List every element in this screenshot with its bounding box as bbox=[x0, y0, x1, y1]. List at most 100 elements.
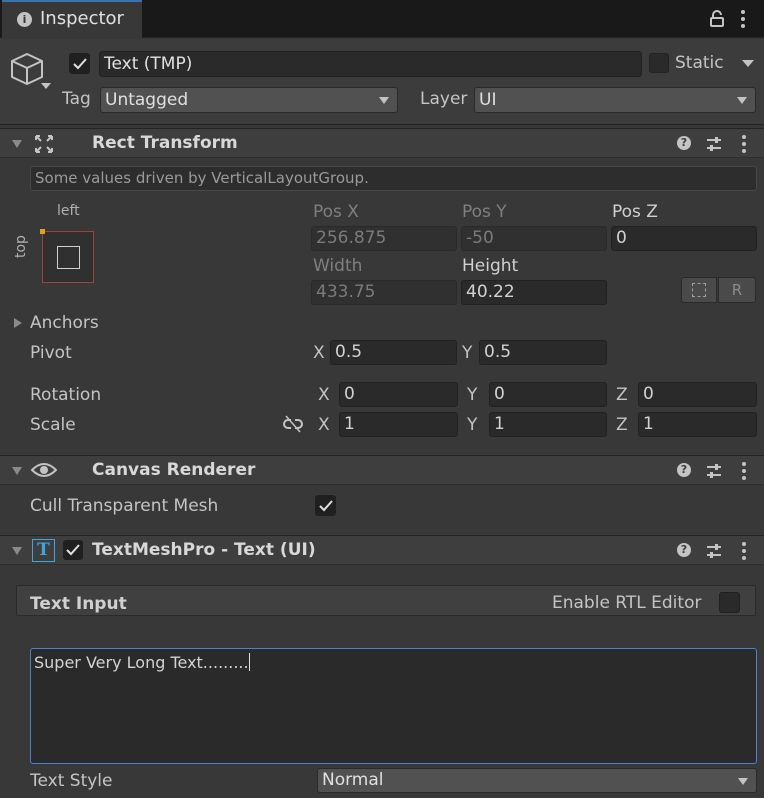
pivot-x-value: 0.5 bbox=[335, 342, 363, 362]
scale-y-value: 1 bbox=[494, 414, 505, 434]
static-dropdown-arrow[interactable] bbox=[742, 60, 754, 67]
more-icon[interactable] bbox=[738, 541, 750, 561]
scale-label: Scale bbox=[30, 415, 76, 435]
tab-title: Inspector bbox=[40, 8, 124, 29]
anchor-v-label: top bbox=[13, 235, 29, 258]
tmp-title: TextMeshPro - Text (UI) bbox=[92, 540, 316, 560]
tmp-text-icon: T bbox=[32, 539, 55, 562]
anchors-foldout-arrow-icon[interactable] bbox=[14, 318, 22, 328]
scale-z-field[interactable]: 1 bbox=[638, 412, 757, 437]
rot-y-label: Y bbox=[467, 385, 478, 405]
chevron-down-icon bbox=[379, 97, 389, 104]
help-icon[interactable]: ? bbox=[677, 463, 691, 477]
text-style-dropdown[interactable]: Normal bbox=[317, 768, 757, 793]
pos-z-value: 0 bbox=[616, 228, 627, 248]
rtl-checkbox[interactable] bbox=[719, 592, 740, 613]
text-input-label: Text Input bbox=[30, 594, 127, 614]
gameobject-cube-icon[interactable] bbox=[10, 50, 54, 92]
foldout-arrow-icon[interactable] bbox=[12, 140, 22, 148]
pos-y-field: -50 bbox=[461, 226, 607, 251]
info-icon: i bbox=[17, 12, 32, 27]
rect-transform-title: Rect Transform bbox=[92, 133, 238, 153]
rot-y-value: 0 bbox=[494, 384, 505, 404]
pivot-y-field[interactable]: 0.5 bbox=[479, 340, 607, 365]
blueprint-mode-button[interactable] bbox=[681, 277, 717, 303]
rot-y-field[interactable]: 0 bbox=[489, 382, 607, 407]
tmp-enabled-checkbox[interactable] bbox=[63, 540, 83, 560]
object-name-value: Text (TMP) bbox=[104, 53, 193, 74]
presets-icon[interactable] bbox=[706, 463, 722, 479]
rot-x-field[interactable]: 0 bbox=[339, 382, 458, 407]
scale-y-field[interactable]: 1 bbox=[489, 412, 607, 437]
cull-checkbox[interactable] bbox=[315, 495, 336, 516]
canvas-renderer-title: Canvas Renderer bbox=[92, 460, 256, 480]
pos-z-field[interactable]: 0 bbox=[611, 226, 757, 251]
scale-x-label: X bbox=[318, 415, 330, 435]
pos-y-label: Pos Y bbox=[462, 202, 507, 222]
pos-y-value: -50 bbox=[466, 228, 494, 248]
unlink-icon[interactable] bbox=[283, 415, 303, 433]
height-field[interactable]: 40.22 bbox=[461, 280, 607, 305]
pivot-y-label: Y bbox=[462, 343, 473, 363]
pivot-x-label: X bbox=[313, 343, 325, 363]
presets-icon[interactable] bbox=[706, 543, 722, 559]
pivot-label: Pivot bbox=[30, 343, 72, 363]
text-style-label: Text Style bbox=[30, 771, 113, 791]
more-icon[interactable] bbox=[737, 9, 749, 29]
pivot-y-value: 0.5 bbox=[484, 342, 512, 362]
raw-edit-label: R bbox=[731, 280, 743, 299]
anchor-rect-icon bbox=[57, 246, 80, 269]
static-checkbox[interactable] bbox=[649, 53, 669, 73]
raw-edit-button[interactable]: R bbox=[718, 277, 756, 303]
text-style-value: Normal bbox=[322, 770, 384, 790]
help-icon[interactable]: ? bbox=[677, 136, 691, 150]
pos-x-value: 256.875 bbox=[316, 228, 387, 248]
tag-dropdown[interactable]: Untagged bbox=[100, 87, 398, 113]
scale-x-value: 1 bbox=[344, 414, 355, 434]
scale-x-field[interactable]: 1 bbox=[339, 412, 458, 437]
rot-z-label: Z bbox=[616, 385, 628, 405]
rect-transform-icon bbox=[34, 134, 54, 154]
chevron-down-icon bbox=[738, 777, 748, 785]
tmp-icon-letter: T bbox=[37, 540, 50, 560]
scale-z-label: Z bbox=[616, 415, 628, 435]
presets-icon[interactable] bbox=[706, 136, 722, 152]
rot-z-field[interactable]: 0 bbox=[638, 382, 757, 407]
active-checkbox[interactable] bbox=[69, 53, 90, 74]
help-icon[interactable]: ? bbox=[677, 543, 691, 557]
pivot-x-field[interactable]: 0.5 bbox=[330, 340, 457, 365]
anchor-h-label: left bbox=[57, 203, 80, 219]
dashed-rect-icon bbox=[692, 283, 706, 297]
rotation-label: Rotation bbox=[30, 385, 102, 405]
object-name-input[interactable]: Text (TMP) bbox=[99, 51, 642, 77]
more-icon[interactable] bbox=[738, 461, 750, 481]
driven-note-box: Some values driven by VerticalLayoutGrou… bbox=[30, 166, 757, 191]
layer-value: UI bbox=[479, 89, 497, 110]
width-field: 433.75 bbox=[311, 280, 457, 305]
rot-z-value: 0 bbox=[643, 384, 654, 404]
anchor-presets-button[interactable] bbox=[40, 229, 94, 283]
lock-icon[interactable] bbox=[709, 10, 725, 28]
height-label: Height bbox=[462, 256, 519, 276]
pos-z-label: Pos Z bbox=[612, 202, 658, 222]
text-input-area[interactable]: Super Very Long Text......... bbox=[30, 648, 757, 764]
more-icon[interactable] bbox=[738, 134, 750, 154]
scale-y-label: Y bbox=[467, 415, 478, 435]
tag-value: Untagged bbox=[105, 89, 189, 110]
tag-label: Tag bbox=[62, 89, 91, 109]
anchors-label[interactable]: Anchors bbox=[30, 315, 99, 332]
chevron-down-icon bbox=[737, 97, 747, 104]
width-label: Width bbox=[313, 256, 363, 276]
layer-dropdown[interactable]: UI bbox=[474, 87, 756, 113]
cull-label: Cull Transparent Mesh bbox=[30, 496, 219, 516]
driven-note: Some values driven by VerticalLayoutGrou… bbox=[35, 169, 369, 187]
rot-x-label: X bbox=[318, 385, 330, 405]
eye-icon bbox=[30, 461, 58, 479]
pos-x-field: 256.875 bbox=[311, 226, 457, 251]
text-cursor bbox=[248, 653, 250, 671]
foldout-arrow-icon[interactable] bbox=[12, 547, 22, 555]
scale-z-value: 1 bbox=[643, 414, 654, 434]
rot-x-value: 0 bbox=[344, 384, 355, 404]
pos-x-label: Pos X bbox=[313, 202, 359, 222]
foldout-arrow-icon[interactable] bbox=[12, 467, 22, 475]
